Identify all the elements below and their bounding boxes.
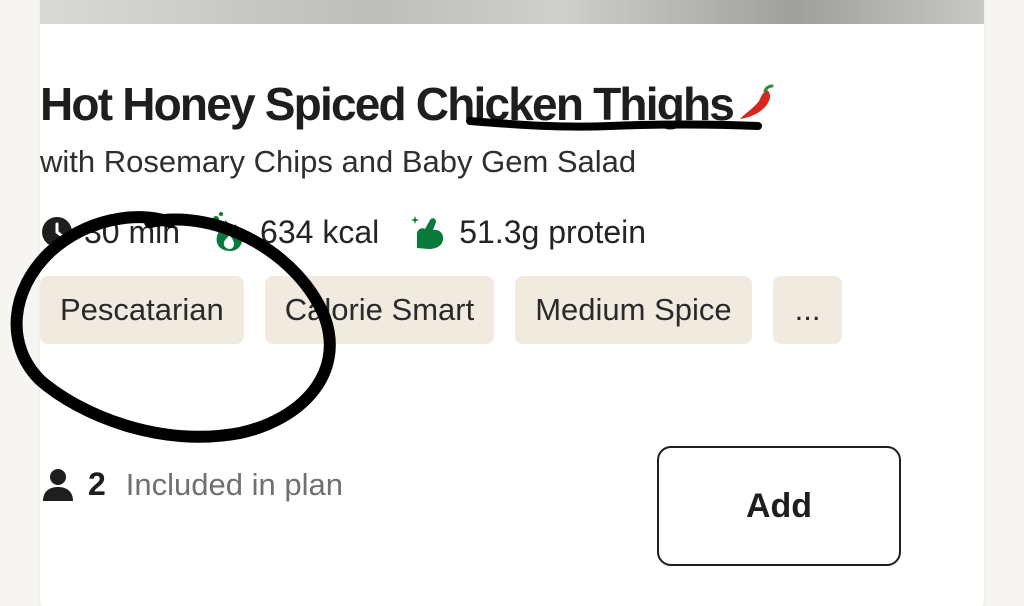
recipe-title: Hot Honey Spiced Chicken Thighs (40, 78, 735, 130)
recipe-stats: 30 min 634 kcal 51.3g protein (40, 210, 676, 254)
plan-status: 2 Included in plan (40, 466, 343, 503)
recipe-photo (40, 0, 984, 24)
chili-pepper-icon (740, 84, 774, 119)
cook-time-stat: 30 min (40, 214, 180, 251)
flexed-arm-icon (411, 216, 444, 249)
tag-more[interactable]: ... (772, 276, 843, 344)
person-icon (43, 468, 73, 501)
flame-icon (213, 212, 243, 251)
tag-pescatarian[interactable]: Pescatarian (40, 276, 244, 344)
plan-status-label: Included in plan (125, 466, 343, 502)
add-button[interactable]: Add (657, 446, 901, 566)
tag-medium-spice[interactable]: Medium Spice (515, 276, 752, 344)
calories-stat: 634 kcal (210, 211, 379, 253)
calories-label: 634 kcal (260, 213, 380, 250)
clock-icon (42, 217, 72, 247)
servings-count: 2 (88, 466, 106, 502)
protein-stat: 51.3g protein (409, 212, 646, 252)
recipe-screen: Hot Honey Spiced Chicken Thighs with Ros… (0, 0, 1024, 606)
tag-calorie-smart[interactable]: Calorie Smart (264, 276, 495, 344)
protein-label: 51.3g protein (459, 213, 647, 250)
cook-time-label: 30 min (84, 213, 181, 250)
recipe-subtitle: with Rosemary Chips and Baby Gem Salad (40, 144, 637, 179)
recipe-tags: Pescatarian Calorie Smart Medium Spice .… (40, 276, 863, 344)
